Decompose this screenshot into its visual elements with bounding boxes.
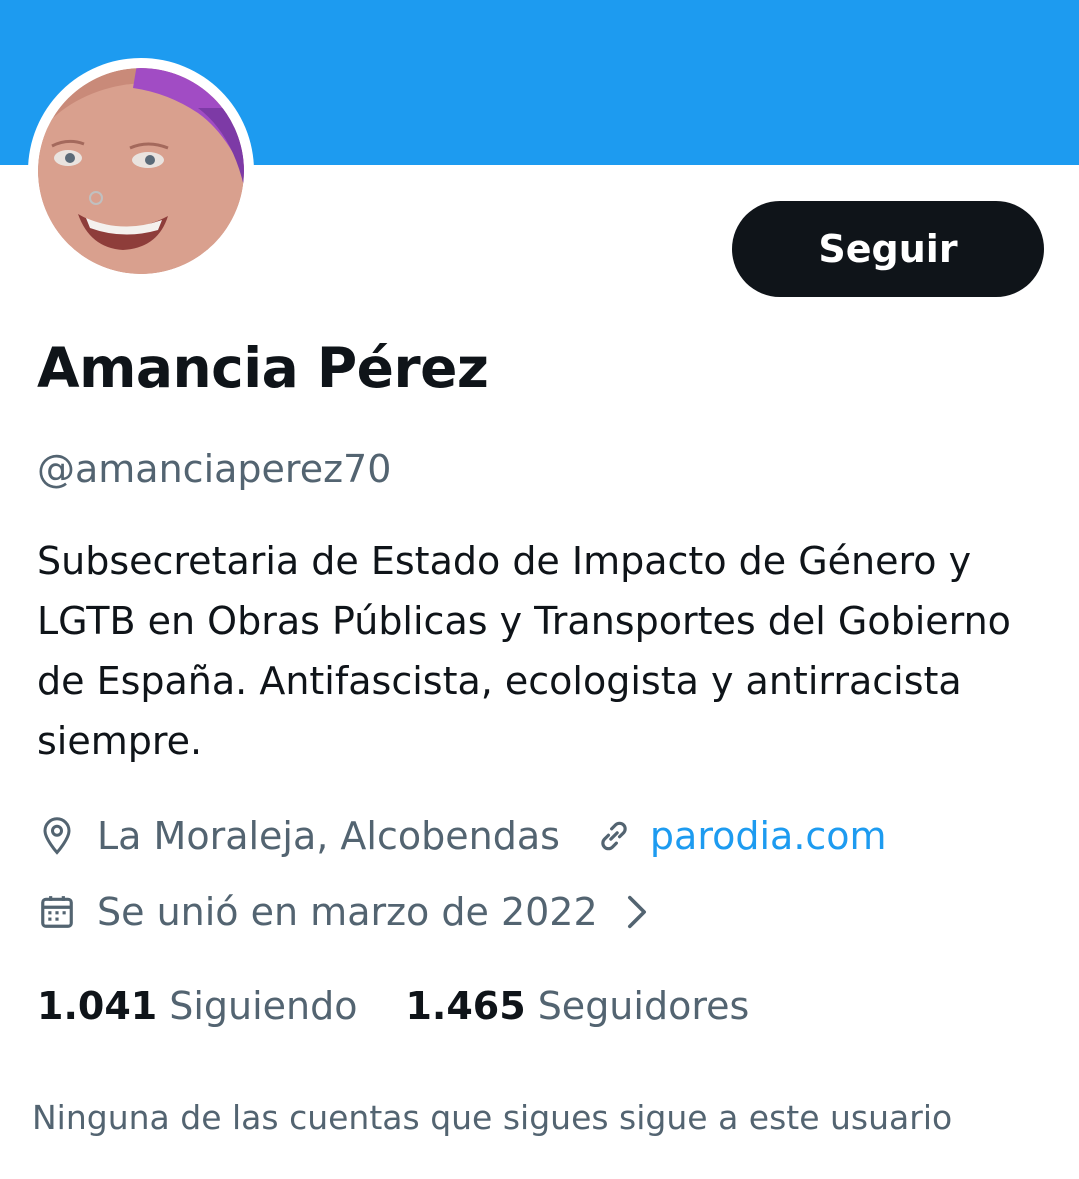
followers-label: Seguidores: [537, 984, 750, 1028]
followers-count: 1.465: [405, 984, 526, 1028]
link-icon: [594, 816, 634, 856]
calendar-icon: [37, 892, 77, 932]
profile-bio: Subsecretaria de Estado de Impacto de Gé…: [37, 539, 1011, 763]
mutual-followers-note: Ninguna de las cuentas que sigues sigue …: [32, 1098, 953, 1137]
profile-stats: 1.041 Siguiendo 1.465 Seguidores: [37, 976, 749, 1036]
chevron-right-icon[interactable]: [626, 892, 656, 932]
followers-stat[interactable]: 1.465 Seguidores: [405, 984, 749, 1028]
following-count: 1.041: [37, 984, 158, 1028]
joined-date-text[interactable]: Se unió en marzo de 2022: [97, 890, 598, 934]
profile-photo: [38, 68, 244, 274]
location-text: La Moraleja, Alcobendas: [97, 814, 560, 858]
display-name: Amancia Pérez: [37, 336, 489, 400]
website-link[interactable]: parodia.com: [650, 814, 887, 858]
following-label: Siguiendo: [169, 984, 358, 1028]
location-pin-icon: [37, 816, 77, 856]
follow-button[interactable]: Seguir: [732, 201, 1044, 297]
following-stat[interactable]: 1.041 Siguiendo: [37, 984, 357, 1028]
avatar[interactable]: [28, 58, 254, 284]
profile-meta-joined-row: Se unió en marzo de 2022: [37, 882, 656, 942]
user-handle: @amanciaperez70: [37, 447, 392, 491]
profile-meta-location-row: La Moraleja, Alcobendas parodia.com: [37, 806, 887, 866]
